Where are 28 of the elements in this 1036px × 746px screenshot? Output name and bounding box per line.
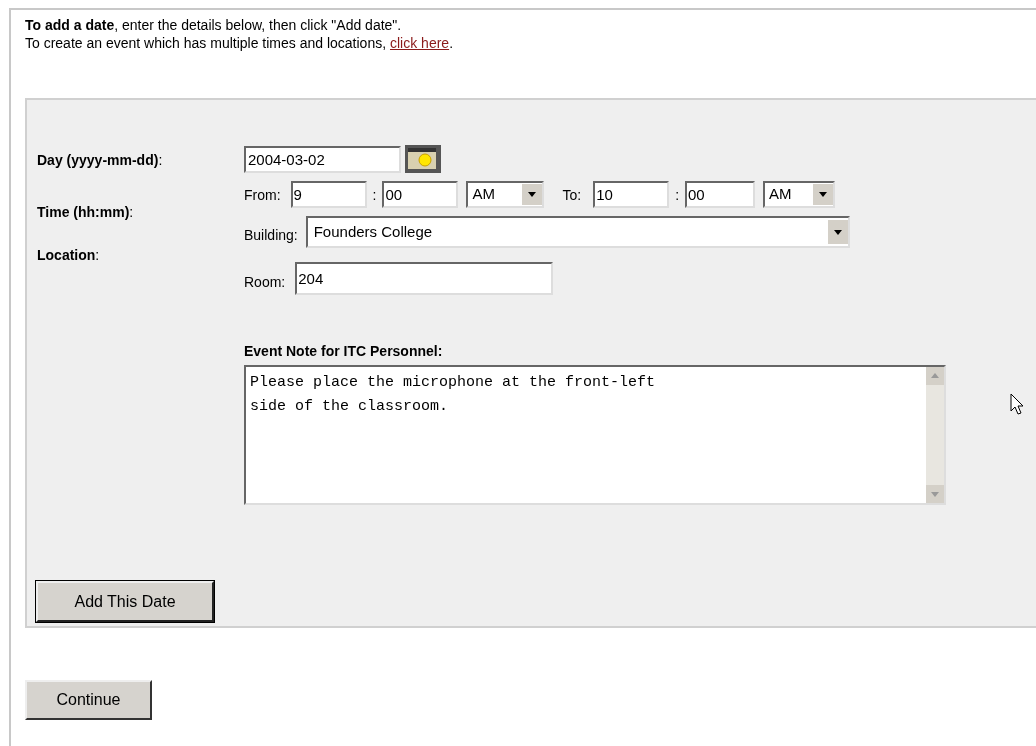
building-label: Building: [244, 226, 298, 245]
hour-field[interactable]: 10 [593, 181, 670, 208]
instruction-text: To create an event which has multiple times and locations, [25, 34, 388, 52]
ampm-select[interactable]: AM [763, 181, 836, 208]
mouse-pointer-icon [1010, 393, 1024, 415]
time-label: Time (hh:mm): [37, 203, 135, 222]
instruction-text: To add a date, enter the details below, then click "Add date". [25, 16, 402, 34]
colon-text: : [675, 186, 680, 205]
location-label: Location: [37, 246, 101, 265]
note-textarea[interactable]: Please place the microphone at the front-left side of the classroom. [244, 365, 946, 505]
colon-text: : [372, 186, 377, 205]
building-select[interactable]: Founders College [305, 216, 850, 248]
add-date-button[interactable]: Add This Date [36, 581, 214, 622]
continue-button[interactable]: Continue [25, 680, 152, 720]
minute-field[interactable]: 00 [382, 181, 459, 208]
hour-field[interactable]: 9 [290, 181, 367, 208]
note-label: Event Note for ITC Personnel: [244, 342, 443, 360]
date-field[interactable]: 2004-03-02 [244, 145, 401, 173]
room-label: Room: [244, 273, 286, 292]
day-label: Day (yyyy-mm-dd): [37, 151, 163, 170]
ampm-select[interactable]: AM [466, 181, 545, 208]
calendar-icon[interactable] [405, 145, 441, 173]
room-field[interactable]: 204 [295, 262, 554, 295]
to-label: To: [562, 186, 582, 205]
click-here-link[interactable]: click here [390, 34, 450, 52]
minute-field[interactable]: 00 [685, 181, 756, 208]
period-text: . [449, 34, 453, 52]
from-label: From: [244, 186, 281, 205]
